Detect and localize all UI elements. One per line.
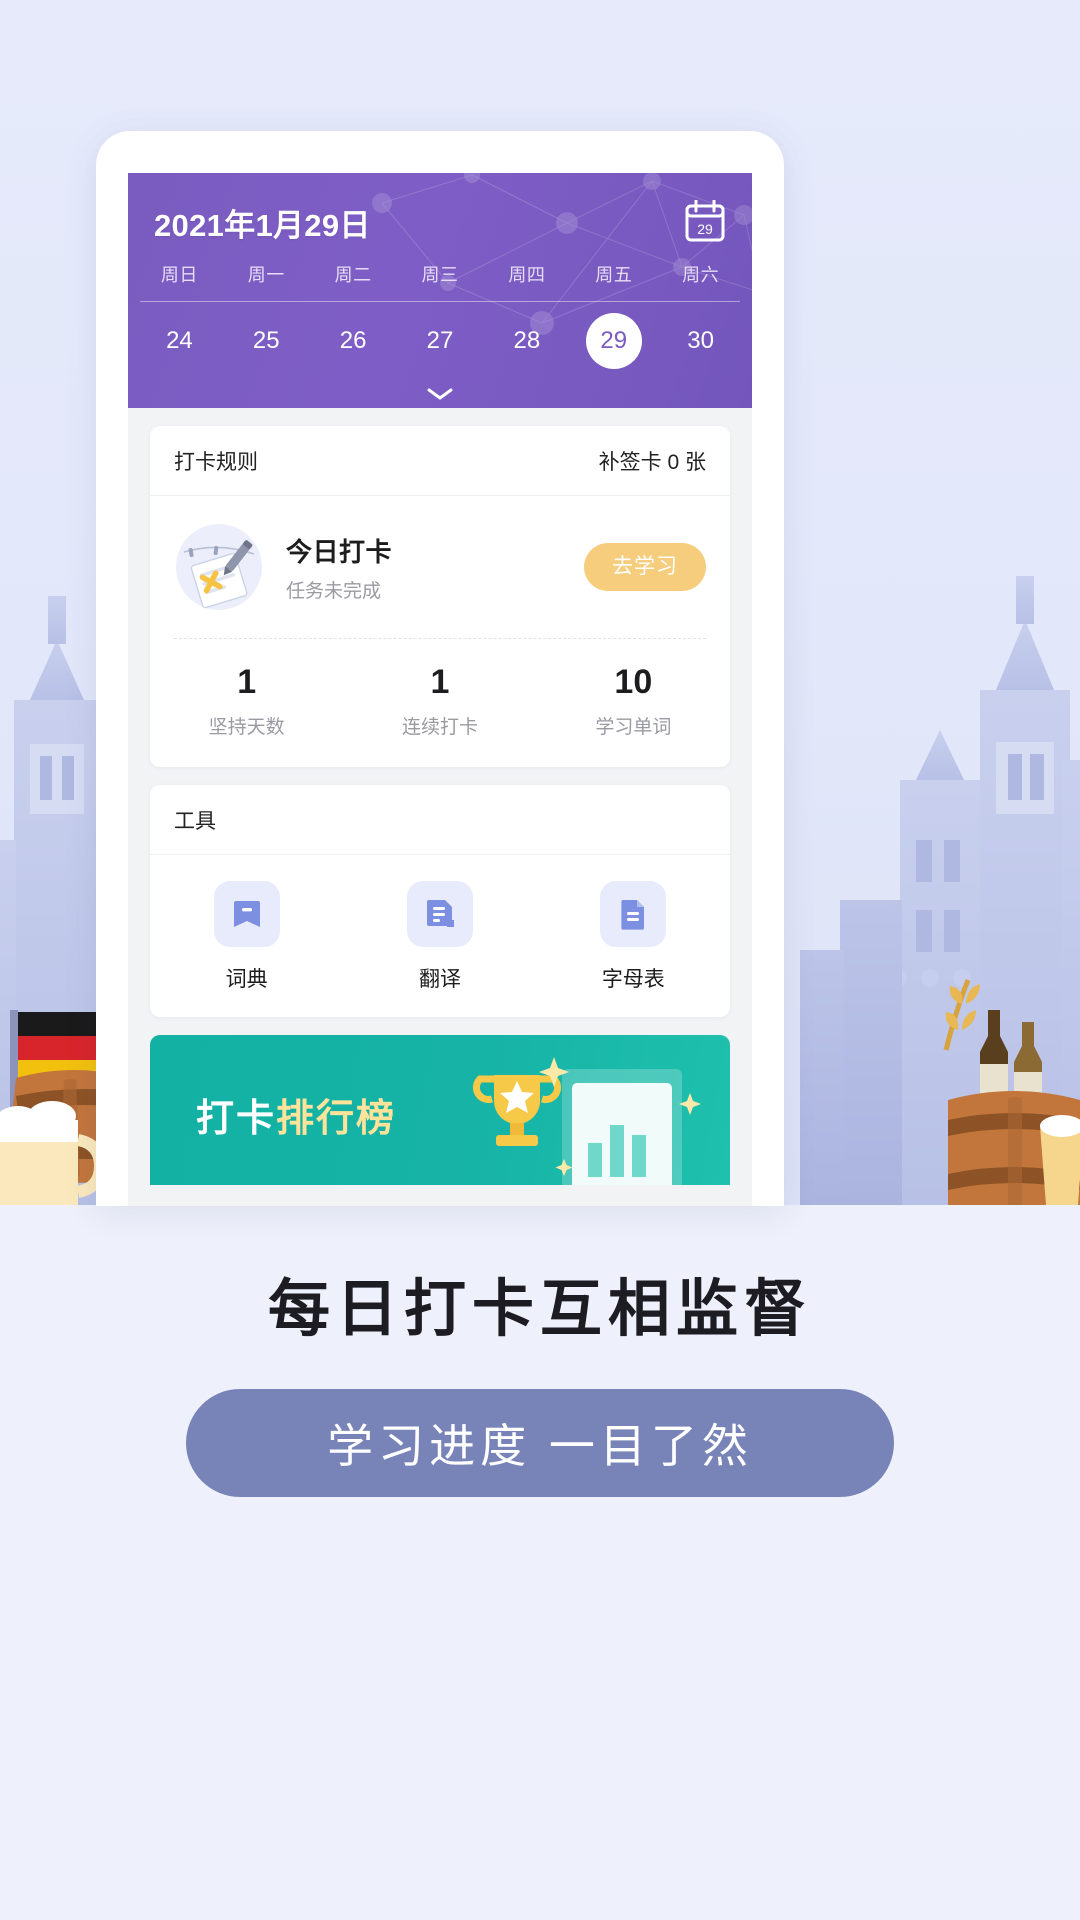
date-cell-26[interactable]: 26	[310, 313, 397, 369]
trophy-icon	[472, 1075, 562, 1146]
stat-label: 连续打卡	[401, 717, 478, 738]
tools-card-header: 工具	[150, 785, 730, 855]
ranking-banner-title: 打卡排行榜	[196, 1087, 396, 1142]
marketing-subline-pill: 学习进度 一目了然	[186, 1389, 894, 1497]
today-checkin-row: 今日打卡 任务未完成 去学习	[150, 496, 730, 638]
stat-days-persisted: 1 坚持天数	[150, 663, 343, 739]
beer-glass-right-illustration	[1040, 1115, 1080, 1205]
stats-row: 1 坚持天数 1 连续打卡 10 学习单词	[150, 639, 730, 767]
document-icon	[600, 881, 667, 947]
date-cell-28[interactable]: 28	[483, 313, 570, 369]
checkin-card-header: 打卡规则 补签卡 0 张	[150, 426, 730, 496]
weekday-tue: 周二	[334, 265, 372, 285]
checkin-card: 打卡规则 补签卡 0 张 今日打卡 任务未完成 去学习 1 坚持天数 1 连续打…	[150, 426, 730, 767]
calendar-icon-day: 29	[697, 221, 713, 237]
today-checkin-status: 任务未完成	[286, 580, 382, 602]
book-icon	[213, 881, 280, 947]
marketing-tagline: 每日打卡互相监督	[267, 1275, 812, 1344]
marketing-subline: 学习进度 一目了然	[327, 1420, 753, 1472]
page-title: 2021年1月29日	[154, 207, 371, 243]
weekday-mon: 周一	[247, 265, 285, 285]
tools-card: 工具 词典 翻译 字母表	[150, 785, 730, 1017]
calendar-picker-button[interactable]: 29	[684, 199, 726, 244]
calendar-header: 2021年1月29日 29 周日 周一 周二 周三 周四 周五 周六 24 25…	[128, 173, 752, 408]
tool-label: 词典	[225, 968, 268, 991]
date-label: 30	[687, 327, 714, 354]
date-label: 28	[513, 327, 541, 354]
calendar-icon: 29	[685, 199, 725, 242]
weekday-sun: 周日	[160, 265, 198, 285]
expand-calendar-button[interactable]	[128, 380, 752, 408]
translate-document-icon	[406, 881, 473, 947]
tool-dictionary[interactable]: 词典	[150, 881, 343, 993]
app-screen: 2021年1月29日 29 周日 周一 周二 周三 周四 周五 周六 24 25…	[128, 173, 752, 1206]
stat-value: 10	[614, 663, 653, 701]
stat-label: 学习单词	[595, 717, 672, 738]
date-row: 24 25 26 27 28 29 30	[128, 302, 752, 380]
today-checkin-text: 今日打卡 任务未完成	[286, 532, 584, 603]
date-cell-29-selected[interactable]: 29	[570, 313, 657, 369]
weekday-row: 周日 周一 周二 周三 周四 周五 周六	[128, 247, 752, 301]
tools-title: 工具	[174, 809, 216, 833]
date-cell-24[interactable]: 24	[136, 313, 223, 369]
stat-value: 1	[237, 663, 257, 701]
stat-value: 1	[430, 663, 450, 701]
stat-label: 坚持天数	[208, 717, 285, 738]
date-label: 25	[252, 327, 280, 354]
calendar-title-row: 2021年1月29日 29	[128, 173, 752, 247]
chevron-down-icon	[427, 388, 453, 400]
ranking-banner[interactable]: 打卡排行榜	[150, 1035, 730, 1185]
date-cell-27[interactable]: 27	[397, 313, 484, 369]
checkin-rules-link[interactable]: 打卡规则	[174, 446, 258, 476]
ranking-banner-illustration	[472, 1057, 701, 1185]
banner-title-part2: 排行榜	[276, 1098, 397, 1140]
date-cell-30[interactable]: 30	[657, 313, 744, 369]
banner-title-part1: 打卡	[196, 1098, 277, 1140]
today-checkin-title: 今日打卡	[286, 536, 393, 567]
tool-translate[interactable]: 翻译	[343, 881, 536, 993]
weekday-fri: 周五	[595, 265, 633, 285]
weekday-wed: 周三	[421, 265, 459, 285]
stat-consecutive-checkins: 1 连续打卡	[343, 663, 536, 739]
checkin-task-illustration	[176, 524, 262, 610]
date-cell-25[interactable]: 25	[223, 313, 310, 369]
tool-alphabet[interactable]: 字母表	[537, 881, 730, 993]
tool-label: 翻译	[418, 968, 461, 991]
date-label: 26	[339, 327, 367, 354]
tool-label: 字母表	[601, 968, 665, 991]
tools-grid: 词典 翻译 字母表	[150, 855, 730, 1017]
weekday-sat: 周六	[682, 265, 720, 285]
phone-mockup: 2021年1月29日 29 周日 周一 周二 周三 周四 周五 周六 24 25…	[96, 131, 784, 1206]
date-label: 27	[426, 327, 454, 354]
makeup-card-count[interactable]: 补签卡 0 张	[599, 446, 706, 476]
stat-words-learned: 10 学习单词	[537, 663, 730, 739]
date-label: 29	[585, 313, 642, 369]
date-label: 24	[166, 327, 193, 354]
go-study-button[interactable]: 去学习	[584, 543, 706, 591]
weekday-thu: 周四	[508, 265, 546, 285]
